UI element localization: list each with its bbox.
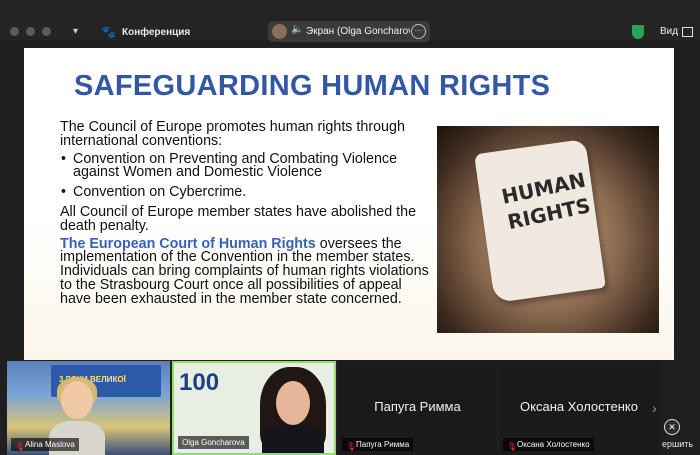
participant-video	[49, 377, 105, 455]
more-options-icon[interactable]: ···	[411, 24, 426, 39]
participant-tile-alina[interactable]: 3 РОКИ ВЕЛИКОЇ 🎙 Alina Maslova	[7, 361, 170, 455]
participant-tile-oksana[interactable]: Оксана Холостенко 🎙 Оксана Холостенко	[499, 361, 659, 455]
grid-view-icon[interactable]	[682, 27, 693, 37]
participant-name-tag: 🎙 Оксана Холостенко	[503, 438, 594, 451]
paper-note: HUMAN RIGHTS	[474, 138, 606, 304]
end-meeting-label[interactable]: ершить	[662, 439, 693, 449]
convention-item: Convention on Preventing and Combating V…	[61, 152, 430, 181]
court-paragraph: The European Court of Human Rights overs…	[60, 236, 430, 307]
participant-name-tag: Olga Goncharova	[178, 436, 249, 449]
mic-muted-icon: 🎙	[15, 442, 26, 451]
chevron-down-icon[interactable]: ▾	[73, 26, 78, 37]
conventions-list: Convention on Preventing and Combating V…	[60, 152, 430, 200]
death-penalty-text: All Council of Europe member states have…	[60, 203, 417, 234]
participant-name: Olga Goncharova	[182, 438, 245, 447]
maximize-window-dot[interactable]	[42, 27, 51, 36]
speaker-icon: 🔈	[291, 24, 304, 35]
participant-name: Папуга Римма	[356, 440, 410, 449]
participant-name-large: Папуга Римма	[374, 399, 461, 414]
participant-name-tag: 🎙 Папуга Римма	[342, 438, 414, 451]
participant-name: Оксана Холостенко	[517, 440, 590, 449]
meeting-title: Конференция	[122, 27, 191, 38]
paper-note-text: HUMAN RIGHTS	[499, 167, 593, 235]
convention-item: Convention on Cybercrime.	[61, 185, 430, 200]
participant-video	[256, 367, 330, 453]
screen-share-indicator[interactable]: 🔈 Экран (Olga Goncharova ···	[268, 21, 430, 42]
security-shield-icon[interactable]	[632, 25, 644, 39]
view-button[interactable]: Вид	[660, 26, 678, 37]
end-meeting-icon[interactable]: ✕	[664, 419, 680, 435]
presenter-avatar	[272, 24, 287, 39]
participant-name: Alina Maslova	[25, 440, 75, 449]
mic-muted-icon: 🎙	[507, 442, 518, 451]
slide-intro: The Council of Europe promotes human rig…	[60, 119, 405, 149]
window-toolbar: ▾ 🐾 Конференция 🔈 Экран (Olga Goncharova…	[0, 0, 700, 42]
participant-name-tag: 🎙 Alina Maslova	[11, 438, 79, 451]
participant-tile-rimma[interactable]: Папуга Римма 🎙 Папуга Римма	[338, 361, 497, 455]
minimize-window-dot[interactable]	[26, 27, 35, 36]
next-page-icon[interactable]: ›	[652, 400, 657, 416]
screen-share-label: Экран (Olga Goncharova	[306, 26, 410, 37]
slide-body: The Council of Europe promotes human rig…	[60, 119, 430, 311]
participant-name-large: Оксана Холостенко	[520, 399, 638, 414]
anniversary-logo: 100	[179, 369, 220, 396]
participant-tile-olga[interactable]: 100 Olga Goncharova	[172, 361, 336, 455]
human-rights-photo: HUMAN RIGHTS	[437, 126, 659, 333]
shared-slide: SAFEGUARDING HUMAN RIGHTS The Council of…	[24, 48, 674, 360]
close-window-dot[interactable]	[10, 27, 19, 36]
slide-title: SAFEGUARDING HUMAN RIGHTS	[74, 70, 551, 102]
mic-muted-icon: 🎙	[346, 442, 357, 451]
meeting-icon: 🐾	[101, 25, 116, 39]
